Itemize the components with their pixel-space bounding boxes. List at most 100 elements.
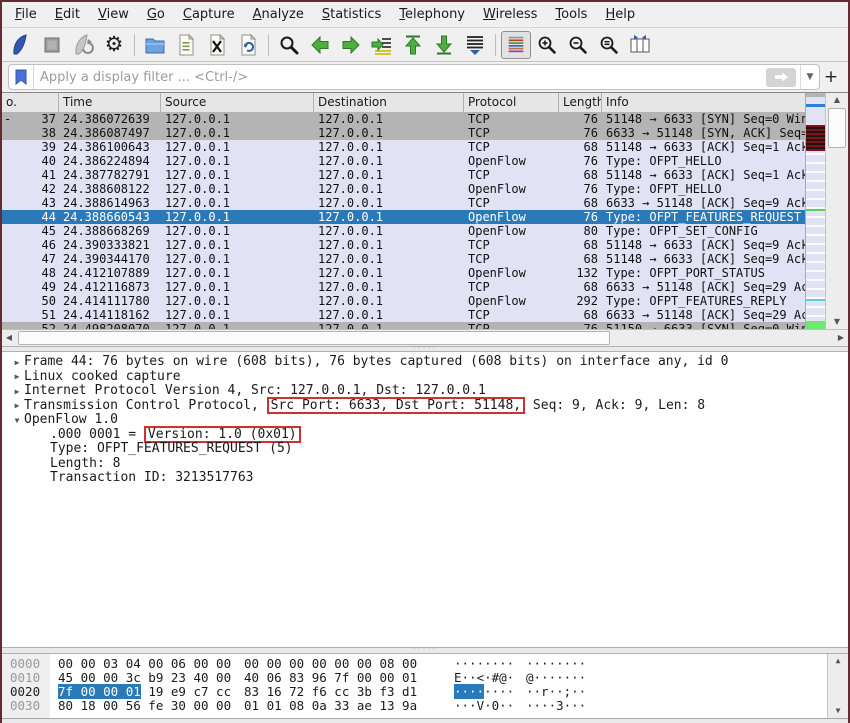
go-forward-icon[interactable] xyxy=(336,31,366,59)
packet-row[interactable]: 42 24.388608122 127.0.0.1 127.0.0.1 OpenFlow… xyxy=(2,182,808,196)
scroll-up-arrow[interactable]: ▲ xyxy=(826,93,848,107)
menu-go[interactable]: Go xyxy=(138,4,174,25)
column-header-length[interactable]: Length xyxy=(559,93,602,112)
ascii-bytes[interactable]: ····3··· xyxy=(526,699,586,713)
column-header-destination[interactable]: Destination xyxy=(314,93,464,112)
hex-bytes[interactable]: 00 00 00 00 00 00 08 00 xyxy=(244,657,422,671)
packet-row[interactable]: 44 24.388660543 127.0.0.1 127.0.0.1 OpenFlow… xyxy=(2,210,808,224)
column-header-info[interactable]: Info xyxy=(602,93,808,112)
zoom-in-icon[interactable] xyxy=(532,31,562,59)
hex-row[interactable]: 0010 45 00 00 3c b9 23 40 00 40 06 83 96 7… xyxy=(2,671,848,685)
ascii-bytes[interactable]: @······· xyxy=(526,671,586,685)
bytes-scroll-down-arrow[interactable]: ▼ xyxy=(828,704,848,718)
ascii-bytes[interactable]: ········ xyxy=(454,684,520,699)
stop-capture-icon[interactable] xyxy=(37,31,67,59)
column-header-source[interactable]: Source xyxy=(161,93,314,112)
filter-dropdown-caret[interactable]: ▼ xyxy=(800,65,819,89)
hex-bytes[interactable]: 83 16 72 f6 cc 3b f3 d1 xyxy=(244,685,422,699)
packet-row[interactable]: 52 24.498208070 127.0.0.1 127.0.0.1 TCP 76 511… xyxy=(2,322,808,329)
menu-view[interactable]: View xyxy=(89,4,138,25)
hex-bytes[interactable]: 7f 00 00 01 19 e9 c7 cc xyxy=(58,684,238,699)
hex-row[interactable]: 0020 7f 00 00 01 19 e9 c7 cc 83 16 72 f6 c… xyxy=(2,684,848,699)
menu-file[interactable]: File xyxy=(6,4,46,25)
hex-bytes[interactable]: 40 06 83 96 7f 00 00 01 xyxy=(244,671,422,685)
save-capture-file-icon[interactable] xyxy=(171,31,201,59)
column-header-time[interactable]: Time xyxy=(59,93,161,112)
menu-statistics[interactable]: Statistics xyxy=(313,4,390,25)
hex-row[interactable]: 0000 00 00 03 04 00 06 00 00 00 00 00 00 0… xyxy=(2,657,848,671)
go-to-packet-icon[interactable] xyxy=(367,31,397,59)
scroll-left-arrow[interactable]: ◀ xyxy=(2,330,16,346)
zoom-reset-icon[interactable] xyxy=(594,31,624,59)
close-capture-file-icon[interactable] xyxy=(202,31,232,59)
detail-line[interactable]: Type: OFPT_FEATURES_REQUEST (5) xyxy=(2,441,848,457)
open-capture-file-icon[interactable] xyxy=(140,31,170,59)
selected-bytes[interactable]: 7f 00 00 01 xyxy=(58,684,141,699)
detail-line[interactable]: ▶ Transmission Control Protocol, Src Port… xyxy=(2,396,848,414)
menu-edit[interactable]: Edit xyxy=(46,4,89,25)
filter-apply-button[interactable] xyxy=(766,67,796,87)
ascii-bytes[interactable]: ··r··;·· xyxy=(526,685,586,699)
resize-columns-icon[interactable] xyxy=(625,31,655,59)
ascii-bytes[interactable]: ········ xyxy=(526,657,586,671)
ascii-bytes[interactable]: E··<·#@· xyxy=(454,671,520,685)
packet-list-vscrollbar[interactable]: ▲ ▼ xyxy=(825,93,848,329)
collapsed-arrow-icon[interactable]: ▶ xyxy=(10,370,24,385)
filter-bookmark-icon[interactable] xyxy=(9,65,34,89)
restart-capture-icon[interactable] xyxy=(68,31,98,59)
packet-row[interactable]: -37 24.386072639 127.0.0.1 127.0.0.1 TCP 76 51… xyxy=(2,112,808,126)
ascii-bytes[interactable]: ········ xyxy=(454,657,520,671)
menu-analyze[interactable]: Analyze xyxy=(244,4,313,25)
packet-row[interactable]: 51 24.414118162 127.0.0.1 127.0.0.1 TCP 68 663… xyxy=(2,308,808,322)
reload-capture-file-icon[interactable] xyxy=(233,31,263,59)
column-header-no[interactable]: o. xyxy=(2,93,59,112)
packet-row[interactable]: 45 24.388668269 127.0.0.1 127.0.0.1 OpenFlow… xyxy=(2,224,808,238)
detail-line[interactable]: ▶ Frame 44: 76 bytes on wire (608 bits), … xyxy=(2,354,848,371)
packet-row[interactable]: 39 24.386100643 127.0.0.1 127.0.0.1 TCP 68 511… xyxy=(2,140,808,154)
packet-row[interactable]: 48 24.412107889 127.0.0.1 127.0.0.1 OpenFlow… xyxy=(2,266,808,280)
collapsed-arrow-icon[interactable]: ▶ xyxy=(10,385,24,400)
packet-row[interactable]: 41 24.387782791 127.0.0.1 127.0.0.1 TCP 68 511… xyxy=(2,168,808,182)
packet-row[interactable]: 40 24.386224894 127.0.0.1 127.0.0.1 OpenFlow… xyxy=(2,154,808,168)
detail-line[interactable]: ▼ OpenFlow 1.0 xyxy=(2,412,848,429)
selected-bytes[interactable]: ···· xyxy=(454,684,485,699)
packet-row[interactable]: 47 24.390344170 127.0.0.1 127.0.0.1 TCP 68 511… xyxy=(2,252,808,266)
hex-bytes[interactable]: 45 00 00 3c b9 23 40 00 xyxy=(58,671,238,685)
bytes-scroll-up-arrow[interactable]: ▲ xyxy=(828,654,848,668)
wireshark-start-capture-icon[interactable] xyxy=(6,31,36,59)
capture-options-icon[interactable]: ⚙ xyxy=(99,31,129,59)
colorize-packets-icon[interactable] xyxy=(501,30,531,59)
hex-bytes[interactable]: 01 01 08 0a 33 ae 13 9a xyxy=(244,699,422,713)
detail-line[interactable]: ▶ Linux cooked capture xyxy=(2,369,848,385)
hex-row[interactable]: 0030 80 18 00 56 fe 30 00 00 01 01 08 0a 3… xyxy=(2,699,848,713)
find-packet-icon[interactable] xyxy=(274,31,304,59)
collapsed-arrow-icon[interactable]: ▶ xyxy=(10,399,24,414)
menu-telephony[interactable]: Telephony xyxy=(390,4,474,25)
go-last-packet-icon[interactable] xyxy=(429,31,459,59)
column-header-protocol[interactable]: Protocol xyxy=(464,93,559,112)
packet-row[interactable]: 50 24.414111780 127.0.0.1 127.0.0.1 OpenFlow… xyxy=(2,294,808,308)
detail-line[interactable]: Transaction ID: 3213517763 xyxy=(2,470,848,486)
packet-row[interactable]: 49 24.412116873 127.0.0.1 127.0.0.1 TCP 68 663… xyxy=(2,280,808,294)
packet-list-hscrollbar[interactable]: ◀ ▶ xyxy=(2,329,848,346)
bytes-pane-vscrollbar[interactable]: ▲ ▼ xyxy=(827,654,848,718)
packet-row[interactable]: 43 24.388614963 127.0.0.1 127.0.0.1 TCP 68 663… xyxy=(2,196,808,210)
menu-tools[interactable]: Tools xyxy=(546,4,596,25)
hscroll-thumb[interactable] xyxy=(18,331,610,345)
packet-row[interactable]: 46 24.390333821 127.0.0.1 127.0.0.1 TCP 68 511… xyxy=(2,238,808,252)
scroll-right-arrow[interactable]: ▶ xyxy=(834,330,848,346)
expanded-arrow-icon[interactable]: ▼ xyxy=(10,414,24,429)
menu-help[interactable]: Help xyxy=(596,4,644,25)
detail-line[interactable]: .000 0001 = Version: 1.0 (0x01) xyxy=(2,425,848,443)
filter-add-button[interactable]: + xyxy=(820,67,842,87)
packet-row[interactable]: 38 24.386087497 127.0.0.1 127.0.0.1 TCP 76 663… xyxy=(2,126,808,140)
ascii-bytes[interactable]: ···V·0·· xyxy=(454,699,520,713)
auto-scroll-icon[interactable] xyxy=(460,31,490,59)
vscroll-thumb[interactable] xyxy=(828,108,846,148)
detail-line[interactable]: Length: 8 xyxy=(2,456,848,472)
hex-bytes[interactable]: 00 00 03 04 00 06 00 00 xyxy=(58,657,238,671)
collapsed-arrow-icon[interactable]: ▶ xyxy=(10,356,24,371)
hex-bytes[interactable]: 80 18 00 56 fe 30 00 00 xyxy=(58,699,238,713)
pane-splitter-bottom[interactable]: ····· xyxy=(2,645,848,654)
intelligent-scrollbar-minimap[interactable] xyxy=(805,93,826,329)
